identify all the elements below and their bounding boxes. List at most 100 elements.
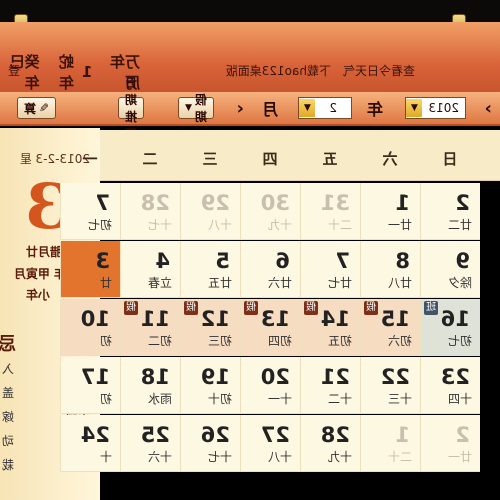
day-number: 7 <box>335 249 350 273</box>
holiday-badge: 假 <box>124 301 138 315</box>
holiday-badge: 假 <box>364 301 378 315</box>
login-link[interactable]: 登 <box>8 62 20 79</box>
calendar-day-cell[interactable]: 8 廿八 <box>360 241 420 298</box>
calendar-day-cell[interactable]: 21 十二 <box>300 357 360 414</box>
day-number: 1 <box>395 423 410 447</box>
day-number: 21 <box>320 365 350 389</box>
calendar-day-cell[interactable]: 4 立春 <box>120 241 180 298</box>
date-lookup-button[interactable]: 日期推算 <box>117 76 144 141</box>
calendar-day-cell[interactable]: 24 十 <box>60 415 120 472</box>
calc-label: 算 <box>23 101 36 116</box>
calendar-day-cell[interactable]: 29 十八 <box>180 183 240 240</box>
calendar-day-cell[interactable]: 27 十八 <box>240 415 300 472</box>
calendar-day-cell[interactable]: 12 初三 假 <box>180 299 240 356</box>
lunar-day-label: 廿七 <box>327 276 352 290</box>
lunar-day-label: 廿一 <box>447 450 472 464</box>
lunar-day-label: 初十 <box>207 392 232 406</box>
lunar-day-label: 廿八 <box>387 276 412 290</box>
day-number: 12 <box>200 307 230 331</box>
day-number: 5 <box>215 249 230 273</box>
day-number: 3 <box>95 249 110 273</box>
calendar-day-cell[interactable]: 28 十九 <box>300 415 360 472</box>
next-month-icon[interactable]: › <box>485 98 492 119</box>
ji-item: 动 <box>1 434 14 448</box>
window-top-bar <box>0 0 500 22</box>
calendar-day-cell[interactable]: 26 十七 <box>180 415 240 472</box>
lunar-day-label: 二十 <box>327 218 352 232</box>
ji-label: 忌 <box>0 330 16 356</box>
day-number: 27 <box>260 423 290 447</box>
weekday-label: 五 <box>322 150 338 168</box>
day-number: 2 <box>455 423 470 447</box>
lunar-day-label: 初六 <box>387 334 412 348</box>
calendar-day-cell[interactable]: 9 除夕 <box>420 241 480 298</box>
year-select[interactable]: 2013 ▼ <box>405 97 466 119</box>
calendar-day-cell[interactable]: 3廿 <box>60 241 120 298</box>
lunar-day-label: 初七 <box>447 334 472 348</box>
calendar-day-cell[interactable]: 31 二十 <box>300 183 360 240</box>
calendar-day-cell[interactable]: 5 廿五 <box>180 241 240 298</box>
day-number: 28 <box>140 191 170 215</box>
calendar-day-cell[interactable]: 1 二十 <box>360 415 420 472</box>
calendar-day-cell[interactable]: 20 十一 <box>240 357 300 414</box>
holiday-select[interactable]: 假期 ▼ <box>178 93 214 124</box>
day-number: 11 <box>140 307 170 331</box>
day-number: 22 <box>380 365 410 389</box>
month-select[interactable]: 2 ▼ <box>298 97 352 119</box>
day-number: 29 <box>200 191 230 215</box>
calendar-day-cell[interactable]: 7 廿七 <box>300 241 360 298</box>
calendar-day-cell[interactable]: 28 十七 <box>120 183 180 240</box>
weather-link[interactable]: 查看今日天气 <box>343 62 415 79</box>
calendar-day-cell[interactable]: 6 廿六 <box>240 241 300 298</box>
calendar-day-cell[interactable]: 14 初五 假 <box>300 299 360 356</box>
calendar-day-cell[interactable]: 1 廿一 <box>360 183 420 240</box>
calendar-day-cell[interactable]: 2 廿一 <box>420 415 480 472</box>
calendar-day-cell[interactable]: 18 雨水 <box>120 357 180 414</box>
ji-item: 盖 <box>1 386 14 400</box>
download-link[interactable]: 下载hao123桌面版 <box>226 62 331 79</box>
day-number: 24 <box>80 423 110 447</box>
lunar-day-label: 廿一 <box>387 218 412 232</box>
calendar-day-cell[interactable]: 15 初六 假 <box>360 299 420 356</box>
day-number: 26 <box>200 423 230 447</box>
prev-month-icon[interactable]: ‹ <box>237 98 244 119</box>
weekday-label: 六 <box>382 150 398 168</box>
calendar-window: 万年历 1 蛇年 癸巳年 查看今日天气 下载hao123桌面版 登 › 2013… <box>0 0 500 500</box>
calendar-day-cell[interactable]: 19 初十 <box>180 357 240 414</box>
calendar-day-cell[interactable]: 13 初四 假 <box>240 299 300 356</box>
day-number: 4 <box>155 249 170 273</box>
calendar-day-cell[interactable]: 11 初二 假 <box>120 299 180 356</box>
calendar-day-cell[interactable]: 16 初七 班 <box>420 299 480 356</box>
chevron-down-icon[interactable]: ▼ <box>299 99 316 117</box>
calendar-day-cell[interactable]: 23 十四 <box>420 357 480 414</box>
calendar-day-cell[interactable]: 10 初 <box>60 299 120 356</box>
lunar-day-label: 十 <box>99 450 112 464</box>
lunar-day-label: 十一 <box>267 392 292 406</box>
page-title: 万年历 1 蛇年 癸巳年 <box>0 53 140 92</box>
calendar-day-cell[interactable]: 2 廿二 <box>420 183 480 240</box>
lunar-day-label: 十八 <box>267 450 292 464</box>
holiday-badge: 假 <box>244 301 258 315</box>
holiday-badge: 假 <box>304 301 318 315</box>
day-number: 20 <box>260 365 290 389</box>
lunar-day-label: 初 <box>99 392 112 406</box>
login-link-wrap: 登 <box>8 62 20 79</box>
lunar-day-label: 十八 <box>207 218 232 232</box>
calendar-day-cell[interactable]: 7 初七 <box>60 183 120 240</box>
calendar-day-cell[interactable]: 22 十三 <box>360 357 420 414</box>
chevron-down-icon[interactable]: ▼ <box>406 99 423 117</box>
day-number: 13 <box>260 307 290 331</box>
workday-badge: 班 <box>424 301 438 315</box>
day-number: 15 <box>380 307 410 331</box>
calendar-day-cell[interactable]: 17 初 <box>60 357 120 414</box>
year-select-value: 2013 <box>428 101 459 115</box>
header-links: 查看今日天气 下载hao123桌面版 <box>226 62 415 79</box>
lunar-day-label: 廿五 <box>207 276 232 290</box>
calendar-day-cell[interactable]: 30 十九 <box>240 183 300 240</box>
calendar-day-cell[interactable]: 25 十六 <box>120 415 180 472</box>
weekday-label: 一 <box>82 150 98 168</box>
day-number: 7 <box>95 191 110 215</box>
lunar-day-label: 初二 <box>147 334 172 348</box>
calc-button[interactable]: ✎ 算 <box>16 97 56 119</box>
day-number: 25 <box>140 423 170 447</box>
